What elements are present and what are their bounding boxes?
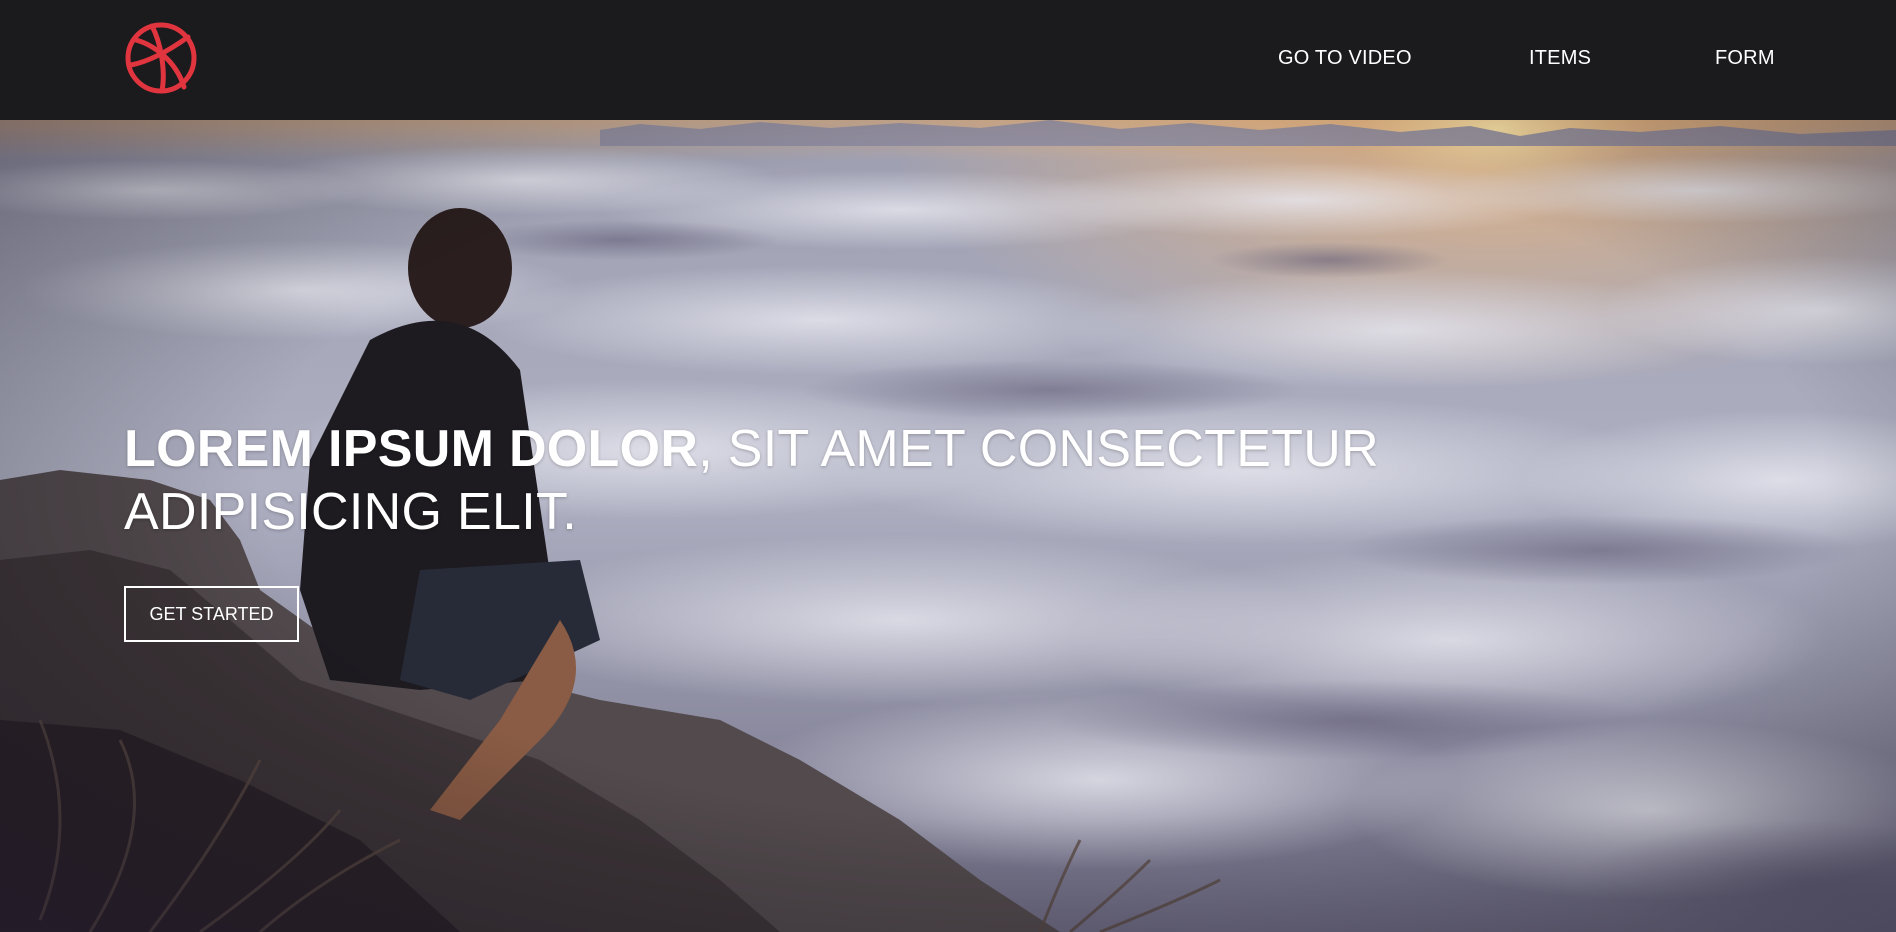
hero-section: LOREM IPSUM DOLOR, SIT AMET CONSECTETUR … xyxy=(0,120,1896,932)
get-started-button[interactable]: GET STARTED xyxy=(124,586,299,642)
top-navbar: GO TO VIDEO ITEMS FORM xyxy=(0,0,1896,120)
nav-link-go-to-video[interactable]: GO TO VIDEO xyxy=(1278,46,1412,70)
hero-headline: LOREM IPSUM DOLOR, SIT AMET CONSECTETUR … xyxy=(124,418,1424,544)
nav-link-form[interactable]: FORM xyxy=(1715,46,1775,70)
nav-link-items[interactable]: ITEMS xyxy=(1529,46,1591,70)
dribbble-logo-icon[interactable] xyxy=(124,21,198,95)
hero-headline-bold: LOREM IPSUM DOLOR xyxy=(124,420,699,478)
